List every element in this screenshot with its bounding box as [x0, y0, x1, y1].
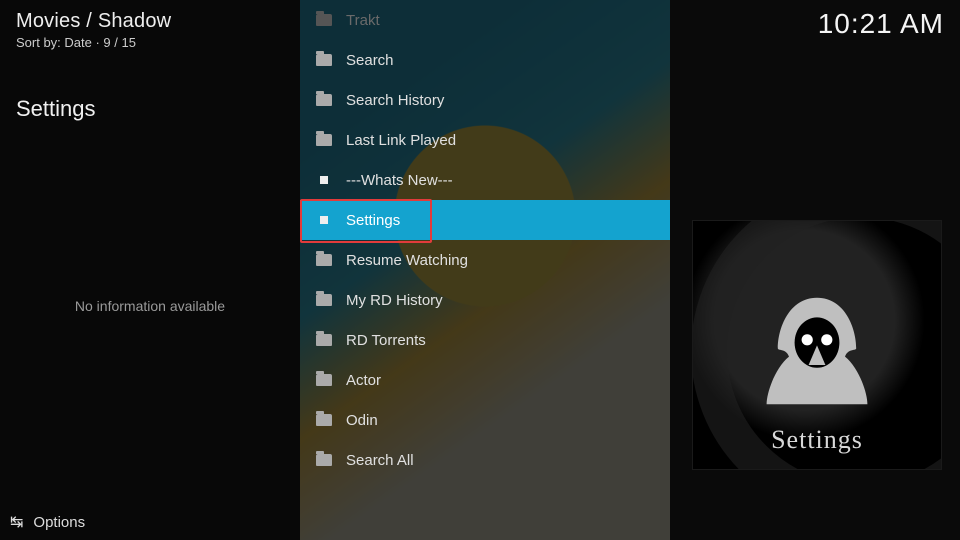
footer-options[interactable]: ↹ Options: [10, 512, 85, 532]
bullet-icon: [320, 176, 328, 184]
options-icon: ↹: [10, 512, 23, 532]
bullet-icon: [320, 216, 328, 224]
list-item[interactable]: Actor: [300, 360, 670, 400]
sort-indicator: Sort by: Date · 9 / 15: [16, 35, 284, 50]
folder-icon: [316, 334, 332, 346]
list-item[interactable]: Search All: [300, 440, 670, 480]
selection-thumbnail: Settings: [692, 220, 942, 470]
list-item[interactable]: Search History: [300, 80, 670, 120]
list-item[interactable]: Last Link Played: [300, 120, 670, 160]
right-panel: 10:21 AM Settings: [670, 0, 960, 540]
list-item[interactable]: Trakt: [300, 0, 670, 40]
list-item[interactable]: Odin: [300, 400, 670, 440]
folder-icon: [316, 374, 332, 386]
folder-icon: [316, 294, 332, 306]
breadcrumb: Movies / Shadow: [16, 10, 284, 33]
info-empty-text: No information available: [16, 298, 284, 314]
folder-icon: [316, 254, 332, 266]
folder-icon: [316, 54, 332, 66]
list-item-label: My RD History: [346, 292, 443, 309]
list-item-label: Settings: [346, 212, 400, 229]
thumb-arc-deco: [692, 220, 942, 470]
list-item-label: ---Whats New---: [346, 172, 453, 189]
list-item[interactable]: Search: [300, 40, 670, 80]
list-item-label: Last Link Played: [346, 132, 456, 149]
list-item[interactable]: RD Torrents: [300, 320, 670, 360]
folder-icon: [316, 94, 332, 106]
list-item[interactable]: Settings: [300, 200, 670, 240]
folder-icon: [316, 454, 332, 466]
list-item-label: RD Torrents: [346, 332, 426, 349]
list-item-label: Actor: [346, 372, 381, 389]
list-item[interactable]: My RD History: [300, 280, 670, 320]
list-item-label: Search All: [346, 452, 414, 469]
page-title: Settings: [16, 96, 284, 122]
menu-list: Trakt Search Search History Last Link Playe…: [300, 0, 670, 540]
list-item-label: Search History: [346, 92, 444, 109]
list-item-label: Trakt: [346, 12, 380, 29]
list-item[interactable]: Resume Watching: [300, 240, 670, 280]
folder-icon: [316, 134, 332, 146]
left-panel: Movies / Shadow Sort by: Date · 9 / 15 S…: [0, 0, 300, 540]
options-label: Options: [33, 514, 85, 531]
list-item-label: Resume Watching: [346, 252, 468, 269]
list-item[interactable]: ---Whats New---: [300, 160, 670, 200]
clock: 10:21 AM: [818, 8, 944, 40]
folder-icon: [316, 414, 332, 426]
list-item-label: Odin: [346, 412, 378, 429]
list-item-label: Search: [346, 52, 394, 69]
folder-icon: [316, 14, 332, 26]
